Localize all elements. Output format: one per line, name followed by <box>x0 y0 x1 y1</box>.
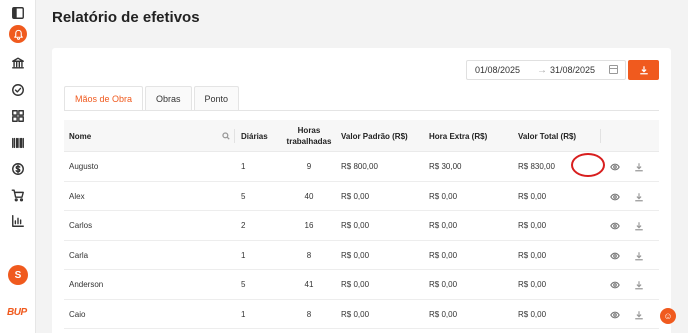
cell-standard-value: R$ 0,00 <box>341 221 370 230</box>
cell-daily: 5 <box>241 280 246 289</box>
cell-hours: 9 <box>306 162 312 171</box>
table-row: Augusto 1 9 R$ 800,00 R$ 30,00 R$ 830,00 <box>64 152 659 182</box>
cell-overtime: R$ 0,00 <box>429 191 458 201</box>
cell-standard-value: R$ 0,00 <box>341 280 370 289</box>
view-eye-icon[interactable] <box>609 250 621 262</box>
accessibility-button[interactable]: ☺ <box>660 308 676 324</box>
workforce-table: Nome Diárias Horas trabalhadas Valor Pad… <box>64 120 659 329</box>
panel-toggle-icon[interactable] <box>9 4 27 22</box>
grid-icon[interactable] <box>9 107 27 125</box>
cell-name: Carlos <box>69 221 93 230</box>
cell-total: R$ 830,00 <box>518 162 555 171</box>
download-all-button[interactable] <box>628 60 659 80</box>
tab-obras[interactable]: Obras <box>145 86 192 110</box>
avatar[interactable]: S <box>8 265 28 285</box>
download-icon[interactable] <box>633 279 645 291</box>
table-row: Caio 1 8 R$ 0,00 R$ 0,00 R$ 0,00 <box>64 300 659 329</box>
sidebar: S BUP <box>0 0 36 333</box>
table-row: Carlos 2 16 R$ 0,00 R$ 0,00 R$ 0,00 <box>64 211 659 241</box>
cell-standard-value: R$ 0,00 <box>341 191 370 201</box>
alert-icon[interactable] <box>9 25 27 43</box>
check-circle-icon[interactable] <box>9 81 27 99</box>
cell-overtime: R$ 0,00 <box>429 221 458 230</box>
tab-maos-de-obra[interactable]: Mãos de Obra <box>64 86 144 110</box>
date-arrow-icon: → <box>537 64 547 76</box>
download-icon[interactable] <box>633 161 645 173</box>
cell-standard-value: R$ 0,00 <box>341 250 370 260</box>
download-icon[interactable] <box>633 250 645 262</box>
cell-hours: 41 <box>304 280 314 289</box>
cell-overtime: R$ 0,00 <box>429 250 458 260</box>
cell-hours: 40 <box>304 191 314 201</box>
bank-icon[interactable] <box>9 54 27 72</box>
header-hours: Horas trabalhadas <box>286 126 332 146</box>
logo: BUP <box>7 307 27 318</box>
chart-icon[interactable] <box>9 212 27 230</box>
cell-daily: 1 <box>241 162 246 171</box>
header-separator <box>600 129 601 143</box>
cell-daily: 1 <box>241 309 246 319</box>
page-title: Relatório de efetivos <box>52 9 200 26</box>
cell-hours: 16 <box>304 221 314 230</box>
calendar-icon[interactable] <box>609 65 618 74</box>
cart-icon[interactable] <box>9 186 27 204</box>
download-icon[interactable] <box>633 191 645 203</box>
report-card: 01/08/2025 → 31/08/2025 Mãos de Obra Obr… <box>52 48 671 333</box>
date-range-picker[interactable]: 01/08/2025 → 31/08/2025 <box>466 60 626 80</box>
cell-standard-value: R$ 0,00 <box>341 309 370 319</box>
view-eye-icon[interactable] <box>609 220 621 232</box>
view-eye-icon[interactable] <box>609 279 621 291</box>
download-icon[interactable] <box>633 220 645 232</box>
barcode-icon[interactable] <box>9 134 27 152</box>
download-icon <box>639 66 648 75</box>
cell-hours: 8 <box>306 250 312 260</box>
view-eye-icon[interactable] <box>609 161 621 173</box>
cell-overtime: R$ 0,00 <box>429 309 458 319</box>
table-row: Alex 5 40 R$ 0,00 R$ 0,00 R$ 0,00 <box>64 182 659 211</box>
cell-name: Anderson <box>69 280 104 289</box>
header-overtime: Hora Extra (R$) <box>429 131 488 141</box>
header-name[interactable]: Nome <box>69 120 91 152</box>
cell-total: R$ 0,00 <box>518 221 547 230</box>
header-daily: Diárias <box>241 131 268 141</box>
tab-bar: Mãos de Obra Obras Ponto <box>64 86 241 110</box>
download-icon[interactable] <box>633 309 645 321</box>
dollar-icon[interactable] <box>9 160 27 178</box>
cell-daily: 1 <box>241 250 246 260</box>
view-eye-icon[interactable] <box>609 191 621 203</box>
cell-standard-value: R$ 800,00 <box>341 162 378 171</box>
cell-total: R$ 0,00 <box>518 191 547 201</box>
highlight-annotation <box>571 153 605 177</box>
cell-name: Caio <box>69 309 86 319</box>
cell-name: Carla <box>69 250 89 260</box>
cell-hours: 8 <box>306 309 312 319</box>
cell-total: R$ 0,00 <box>518 309 547 319</box>
cell-daily: 5 <box>241 191 246 201</box>
header-separator <box>234 129 235 143</box>
table-row: Carla 1 8 R$ 0,00 R$ 0,00 R$ 0,00 <box>64 241 659 270</box>
cell-daily: 2 <box>241 221 246 230</box>
header-total: Valor Total (R$) <box>518 131 577 141</box>
search-icon[interactable] <box>222 132 230 140</box>
cell-total: R$ 0,00 <box>518 250 547 260</box>
end-date-input[interactable]: 31/08/2025 <box>550 65 595 75</box>
view-eye-icon[interactable] <box>609 309 621 321</box>
cell-name: Alex <box>69 191 85 201</box>
tab-divider <box>64 110 659 111</box>
cell-overtime: R$ 0,00 <box>429 280 458 289</box>
tab-ponto[interactable]: Ponto <box>193 86 240 110</box>
cell-total: R$ 0,00 <box>518 280 547 289</box>
start-date-input[interactable]: 01/08/2025 <box>475 65 520 75</box>
cell-name: Augusto <box>69 162 99 171</box>
table-header: Nome Diárias Horas trabalhadas Valor Pad… <box>64 120 659 152</box>
cell-overtime: R$ 30,00 <box>429 162 462 171</box>
table-row: Anderson 5 41 R$ 0,00 R$ 0,00 R$ 0,00 <box>64 270 659 300</box>
header-standard-value: Valor Padrão (R$) <box>341 131 408 141</box>
